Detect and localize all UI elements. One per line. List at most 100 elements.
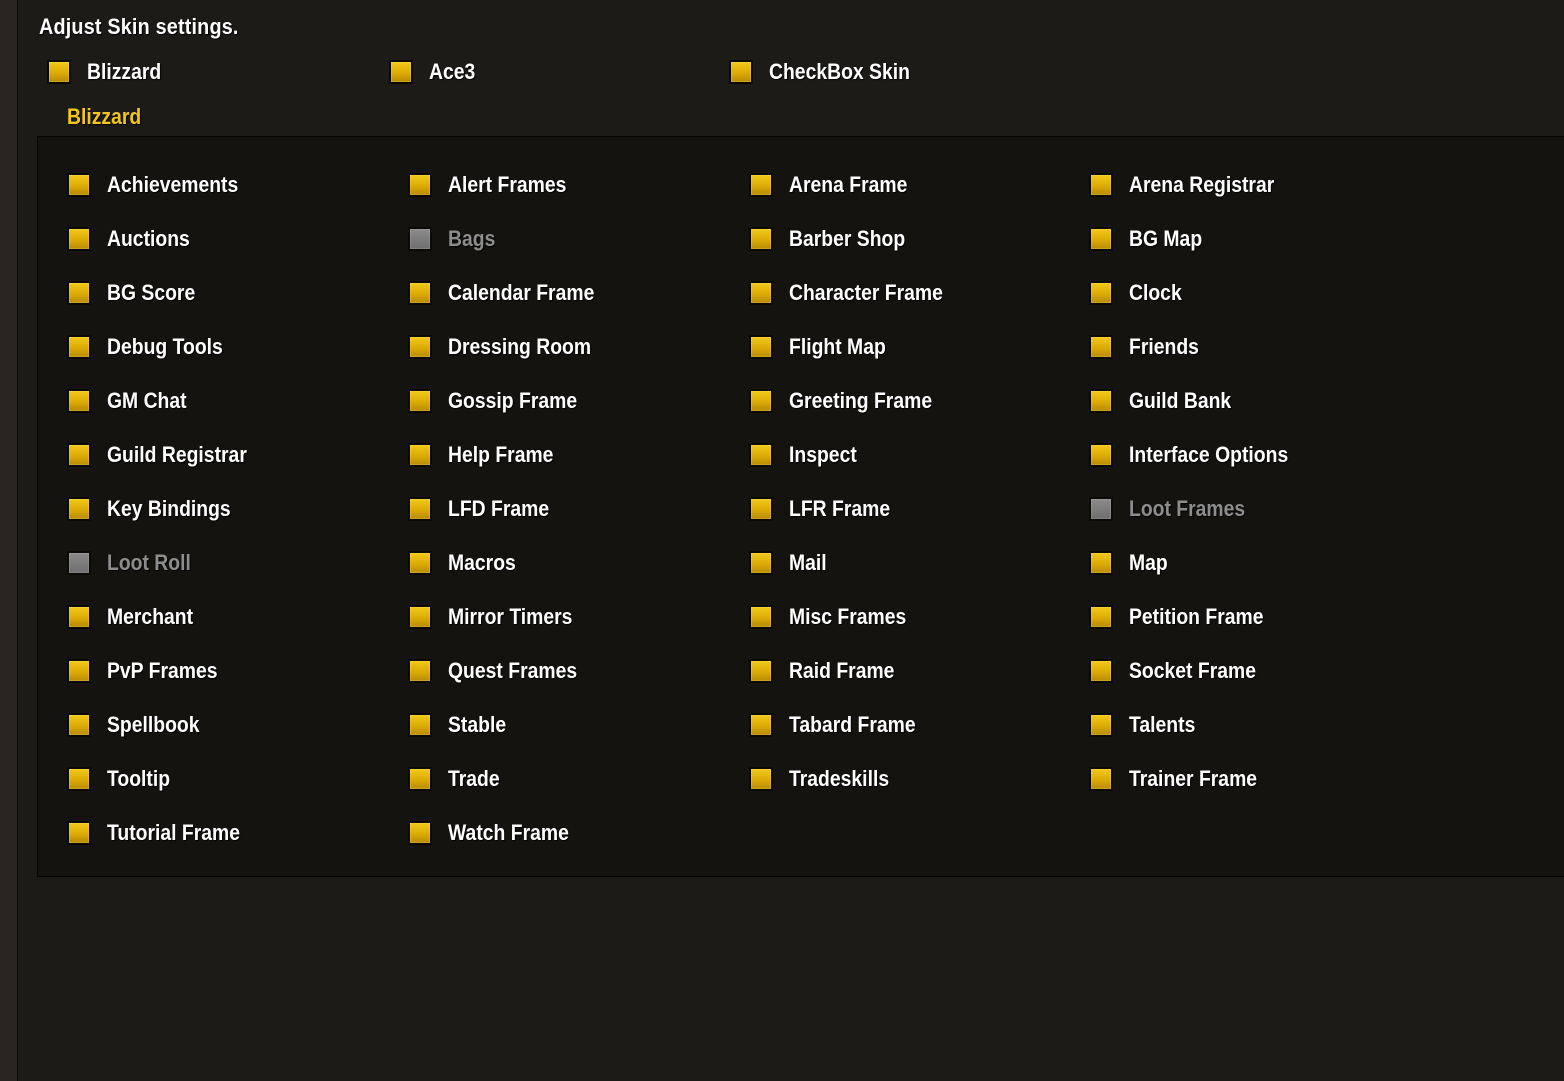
checkbox-box[interactable] — [1089, 713, 1113, 737]
checkbox-box[interactable] — [67, 173, 91, 197]
checkbox-box[interactable] — [67, 497, 91, 521]
checkbox-spellbook[interactable]: Spellbook — [67, 712, 212, 738]
checkbox-mirror-timers[interactable]: Mirror Timers — [408, 604, 589, 630]
checkbox-socket-frame[interactable]: Socket Frame — [1089, 658, 1273, 684]
checkbox-box[interactable] — [1089, 605, 1113, 629]
checkbox-alert-frames[interactable]: Alert Frames — [408, 172, 583, 198]
checkbox-ace3[interactable]: Ace3 — [389, 59, 482, 85]
checkbox-guild-registrar[interactable]: Guild Registrar — [67, 442, 266, 468]
checkbox-box[interactable] — [67, 389, 91, 413]
checkbox-achievements[interactable]: Achievements — [67, 172, 256, 198]
checkbox-box[interactable] — [408, 821, 432, 845]
checkbox-key-bindings[interactable]: Key Bindings — [67, 496, 248, 522]
checkbox-box[interactable] — [67, 821, 91, 845]
checkbox-gossip-frame[interactable]: Gossip Frame — [408, 388, 595, 414]
checkbox-box[interactable] — [67, 551, 91, 575]
checkbox-interface-options[interactable]: Interface Options — [1089, 442, 1310, 468]
checkbox-box[interactable] — [408, 767, 432, 791]
checkbox-box[interactable] — [749, 605, 773, 629]
checkbox-box[interactable] — [749, 497, 773, 521]
checkbox-box[interactable] — [408, 497, 432, 521]
checkbox-pvp-frames[interactable]: PvP Frames — [67, 658, 233, 684]
checkbox-box[interactable] — [408, 173, 432, 197]
checkbox-box[interactable] — [749, 173, 773, 197]
checkbox-guild-bank[interactable]: Guild Bank — [1089, 388, 1245, 414]
checkbox-auctions[interactable]: Auctions — [67, 226, 201, 252]
checkbox-box[interactable] — [729, 60, 753, 84]
checkbox-box[interactable] — [408, 551, 432, 575]
checkbox-raid-frame[interactable]: Raid Frame — [749, 658, 909, 684]
checkbox-box[interactable] — [749, 443, 773, 467]
checkbox-box[interactable] — [1089, 659, 1113, 683]
checkbox-clock[interactable]: Clock — [1089, 280, 1189, 306]
checkbox-arena-frame[interactable]: Arena Frame — [749, 172, 924, 198]
checkbox-box[interactable] — [408, 443, 432, 467]
checkbox-box[interactable] — [1089, 551, 1113, 575]
checkbox-arena-registrar[interactable]: Arena Registrar — [1089, 172, 1294, 198]
checkbox-lfr-frame[interactable]: LFR Frame — [749, 496, 904, 522]
checkbox-box[interactable] — [1089, 281, 1113, 305]
checkbox-help-frame[interactable]: Help Frame — [408, 442, 568, 468]
checkbox-character-frame[interactable]: Character Frame — [749, 280, 964, 306]
checkbox-friends[interactable]: Friends — [1089, 334, 1208, 360]
checkbox-box[interactable] — [389, 60, 413, 84]
checkbox-box[interactable] — [408, 227, 432, 251]
checkbox-inspect[interactable]: Inspect — [749, 442, 866, 468]
checkbox-box[interactable] — [67, 767, 91, 791]
checkbox-bg-map[interactable]: BG Map — [1089, 226, 1212, 252]
checkbox-box[interactable] — [749, 281, 773, 305]
checkbox-box[interactable] — [1089, 389, 1113, 413]
checkbox-box[interactable] — [67, 713, 91, 737]
checkbox-tabard-frame[interactable]: Tabard Frame — [749, 712, 933, 738]
checkbox-merchant[interactable]: Merchant — [67, 604, 205, 630]
checkbox-checkbox-skin[interactable]: CheckBox Skin — [729, 59, 929, 85]
checkbox-stable[interactable]: Stable — [408, 712, 514, 738]
checkbox-loot-frames[interactable]: Loot Frames — [1089, 496, 1261, 522]
checkbox-box[interactable] — [1089, 335, 1113, 359]
checkbox-box[interactable] — [67, 605, 91, 629]
checkbox-box[interactable] — [749, 551, 773, 575]
checkbox-flight-map[interactable]: Flight Map — [749, 334, 899, 360]
checkbox-box[interactable] — [749, 767, 773, 791]
checkbox-misc-frames[interactable]: Misc Frames — [749, 604, 922, 630]
checkbox-loot-roll[interactable]: Loot Roll — [67, 550, 202, 576]
checkbox-box[interactable] — [749, 713, 773, 737]
checkbox-box[interactable] — [1089, 173, 1113, 197]
checkbox-box[interactable] — [408, 389, 432, 413]
checkbox-box[interactable] — [67, 443, 91, 467]
checkbox-mail[interactable]: Mail — [749, 550, 832, 576]
checkbox-box[interactable] — [749, 389, 773, 413]
checkbox-lfd-frame[interactable]: LFD Frame — [408, 496, 563, 522]
checkbox-box[interactable] — [749, 335, 773, 359]
checkbox-watch-frame[interactable]: Watch Frame — [408, 820, 585, 846]
checkbox-debug-tools[interactable]: Debug Tools — [67, 334, 239, 360]
checkbox-petition-frame[interactable]: Petition Frame — [1089, 604, 1282, 630]
checkbox-bg-score[interactable]: BG Score — [67, 280, 207, 306]
checkbox-box[interactable] — [67, 227, 91, 251]
checkbox-trade[interactable]: Trade — [408, 766, 507, 792]
checkbox-box[interactable] — [1089, 443, 1113, 467]
checkbox-box[interactable] — [47, 60, 71, 84]
checkbox-box[interactable] — [408, 281, 432, 305]
checkbox-box[interactable] — [1089, 227, 1113, 251]
checkbox-box[interactable] — [408, 659, 432, 683]
checkbox-quest-frames[interactable]: Quest Frames — [408, 658, 595, 684]
checkbox-box[interactable] — [749, 659, 773, 683]
checkbox-box[interactable] — [67, 281, 91, 305]
checkbox-tutorial-frame[interactable]: Tutorial Frame — [67, 820, 258, 846]
checkbox-tradeskills[interactable]: Tradeskills — [749, 766, 903, 792]
checkbox-talents[interactable]: Talents — [1089, 712, 1204, 738]
checkbox-calendar-frame[interactable]: Calendar Frame — [408, 280, 614, 306]
checkbox-box[interactable] — [1089, 497, 1113, 521]
checkbox-box[interactable] — [749, 227, 773, 251]
checkbox-tooltip[interactable]: Tooltip — [67, 766, 179, 792]
checkbox-box[interactable] — [67, 659, 91, 683]
checkbox-bags[interactable]: Bags — [408, 226, 502, 252]
checkbox-map[interactable]: Map — [1089, 550, 1173, 576]
checkbox-box[interactable] — [408, 335, 432, 359]
checkbox-greeting-frame[interactable]: Greeting Frame — [749, 388, 952, 414]
checkbox-box[interactable] — [1089, 767, 1113, 791]
checkbox-blizzard[interactable]: Blizzard — [47, 59, 171, 85]
checkbox-dressing-room[interactable]: Dressing Room — [408, 334, 611, 360]
checkbox-trainer-frame[interactable]: Trainer Frame — [1089, 766, 1275, 792]
